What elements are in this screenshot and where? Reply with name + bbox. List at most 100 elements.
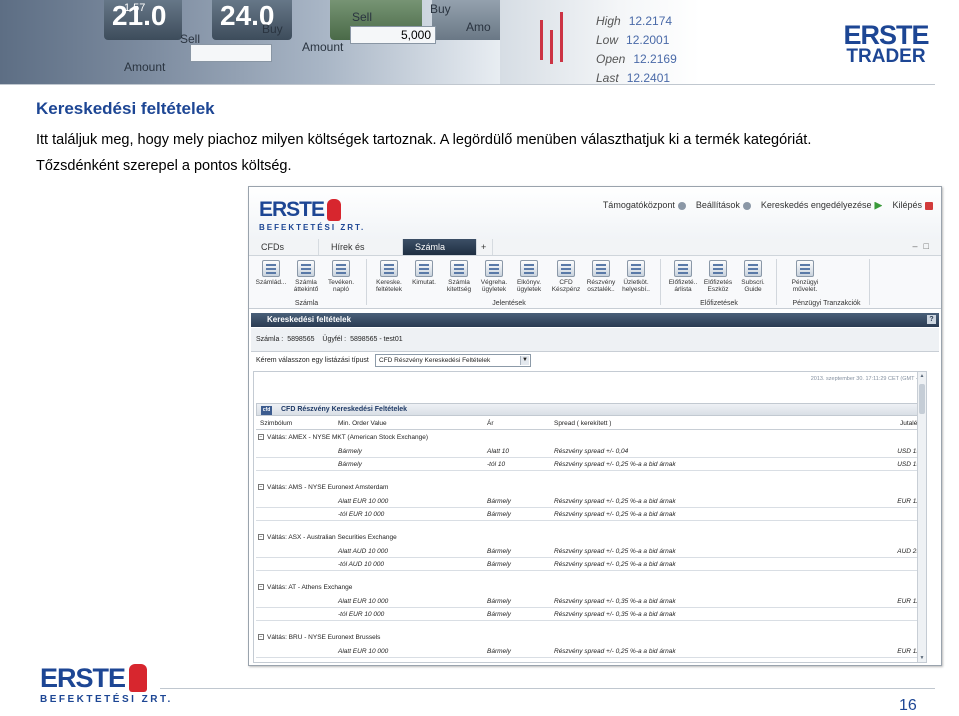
col-symbol[interactable]: Szimbólum — [260, 420, 292, 427]
table-row: Alatt EUR 10 000 Bármely Részvény spread +… — [256, 646, 926, 658]
settings-link[interactable]: Beállítások — [696, 200, 751, 210]
sell-label: Sell — [352, 10, 373, 24]
ribbon-button[interactable]: Végreha. ügyletek — [478, 260, 510, 293]
help-icon[interactable]: ? — [927, 315, 936, 324]
header-rule — [0, 84, 935, 85]
ribbon-button[interactable]: Számla áttekintő — [290, 260, 322, 293]
ribbon-button[interactable]: Elkönyv. ügyletek — [513, 260, 545, 293]
table-cell: -tól AUD 10 000 — [338, 561, 385, 568]
table-row: Bármely Alatt 10 Részvény spread +/- 0,04 U… — [256, 446, 926, 458]
table-cell: Bármely — [487, 611, 511, 618]
close-icon — [925, 201, 933, 210]
table-row: Alatt EUR 10 000 Bármely Részvény spread +… — [256, 496, 926, 508]
ribbon-button[interactable]: Kereske. feltételek — [373, 260, 405, 293]
ribbon-button-label: CFD Készpénz — [551, 279, 581, 293]
exchange-header[interactable]: − Váltás: AMS - NYSE Euronext Amsterdam — [258, 484, 388, 491]
table-cell: Bármely — [487, 648, 511, 655]
col-spread[interactable]: Spread ( kerekített ) — [554, 420, 611, 427]
chevron-down-icon: ▼ — [520, 356, 529, 365]
scroll-up-icon[interactable]: ▲ — [919, 373, 925, 379]
quote-row: Last 12.2401 — [596, 71, 671, 84]
exchange-header[interactable]: − Váltás: ASX - Australian Securities Exc… — [258, 534, 397, 541]
report-icon — [450, 260, 468, 277]
column-header: Szimbólum Min. Order Value Ár Spread ( k… — [256, 418, 926, 430]
collapse-icon[interactable]: − — [258, 534, 264, 541]
logout-link[interactable]: Kilépés — [892, 200, 933, 210]
report-icon — [380, 260, 398, 277]
exchange-header[interactable]: − Váltás: AT - Athens Exchange — [258, 584, 352, 591]
quote-row: Low 12.2001 — [596, 33, 670, 47]
report-icon — [796, 260, 814, 277]
amount-label: Amount — [124, 60, 166, 74]
ribbon-separator — [776, 259, 777, 305]
col-price[interactable]: Ár — [487, 420, 494, 427]
table-cell: Részvény spread +/- 0,25 %-a a bid árnak — [554, 561, 676, 568]
ribbon-button[interactable]: Subscri. Guide — [737, 260, 769, 293]
cfd-icon: cfd — [261, 406, 272, 415]
timestamp: 2013. szeptember 30. 17:11:29 CET (GMT +… — [810, 376, 924, 382]
erste-s-icon — [327, 199, 342, 221]
table-cell: -tól 10 — [487, 461, 506, 468]
ribbon-button[interactable]: Pénzügyi művelet. — [789, 260, 821, 293]
support-link[interactable]: Támogatóközpont — [603, 200, 686, 210]
collapse-icon[interactable]: − — [258, 434, 264, 441]
col-min-order[interactable]: Min. Order Value — [338, 420, 387, 427]
report-icon — [297, 260, 315, 277]
ribbon-button[interactable]: Számlád... — [255, 260, 287, 286]
grid-title: cfd CFD Részvény Kereskedési Feltételek — [256, 403, 926, 416]
ribbon-button-label: Előfizetés Eszköz — [703, 279, 733, 293]
exchange-groups: − Váltás: AMEX - NYSE MKT (American Stock… — [256, 432, 926, 665]
collapse-icon[interactable]: − — [258, 484, 264, 491]
ribbon-button[interactable]: CFD Készpénz — [550, 260, 582, 293]
report-icon — [415, 260, 433, 277]
table-cell: Bármely — [487, 498, 511, 505]
ribbon-button[interactable]: Üzletköt. helyesbí.. — [620, 260, 652, 293]
amount-field — [190, 44, 272, 62]
window-controls[interactable]: –□ — [913, 241, 935, 251]
ribbon-button[interactable]: Tevéken. napló — [325, 260, 357, 293]
ribbon-separator — [869, 259, 870, 305]
table-cell: Bármely — [487, 548, 511, 555]
ribbon-button[interactable]: Részvény osztalék.. — [585, 260, 617, 293]
table-cell: Részvény spread +/- 0,35 %-a a bid árnak — [554, 611, 676, 618]
ribbon-toolbar: Számlád... Számla áttekintő Tevéken. napló… — [249, 256, 941, 309]
quote-row: High 12.2174 — [596, 14, 673, 28]
exchange-group: − Váltás: BRU - NYSE Euronext Brussels Ala… — [256, 632, 926, 665]
ribbon-button[interactable]: Előfizetés Eszköz — [702, 260, 734, 293]
enable-trading-link[interactable]: Kereskedés engedélyezése — [761, 200, 883, 210]
exchange-header[interactable]: − Váltás: AMEX - NYSE MKT (American Stock… — [258, 434, 428, 441]
collapse-icon[interactable]: − — [258, 584, 264, 591]
footer-rule — [160, 688, 935, 689]
scrollbar[interactable]: ▲ ▼ — [917, 372, 926, 662]
ribbon-button-label: Pénzügyi művelet. — [791, 279, 819, 293]
table-cell: Bármely — [487, 511, 511, 518]
table-cell: -tól EUR 10 000 — [338, 511, 385, 518]
report-icon — [709, 260, 727, 277]
amount-label: Amount — [302, 40, 344, 54]
tab-add[interactable]: + — [477, 239, 493, 255]
ribbon-button[interactable]: Kimutat. — [408, 260, 440, 286]
buy-label: Buy — [430, 2, 451, 16]
help-icon — [677, 201, 686, 210]
chart-candle — [560, 12, 563, 62]
scroll-down-icon[interactable]: ▼ — [919, 655, 925, 661]
table-cell: Részvény spread +/- 0,25 %-a a bid árnak — [554, 548, 676, 555]
scroll-thumb[interactable] — [919, 384, 925, 414]
ribbon-button[interactable]: Előfizeté.. árlista — [667, 260, 699, 293]
tab-cfds[interactable]: CFDs — [249, 239, 319, 255]
list-type-select[interactable]: CFD Részvény Kereskedési Feltételek ▼ — [375, 354, 531, 367]
collapse-icon[interactable]: − — [258, 634, 264, 641]
ribbon-button-label: Végreha. ügyletek — [480, 279, 508, 293]
ribbon-button[interactable]: Számla kitettség — [443, 260, 475, 293]
exchange-header[interactable]: − Váltás: BRU - NYSE Euronext Brussels — [258, 634, 380, 641]
ribbon-group-label: Pénzügyi Tranzakciók — [792, 300, 861, 307]
tab-account[interactable]: Számla — [403, 239, 477, 255]
quote-panel: High 12.2174 Low 12.2001 Open 12.2169 Last 1… — [500, 0, 700, 84]
quote-row: Open 12.2169 — [596, 52, 677, 66]
table-row: -tól EUR 10 000 Bármely Részvény spread +/… — [256, 509, 926, 521]
exchange-group: − Váltás: AT - Athens Exchange Alatt EUR 1… — [256, 582, 926, 632]
tab-news[interactable]: Hírek és — [319, 239, 403, 255]
table-cell: Részvény spread +/- 0,25 %-a a bid árnak — [554, 648, 676, 655]
table-cell: Alatt 10 — [487, 448, 510, 455]
chart-candle — [550, 30, 553, 64]
